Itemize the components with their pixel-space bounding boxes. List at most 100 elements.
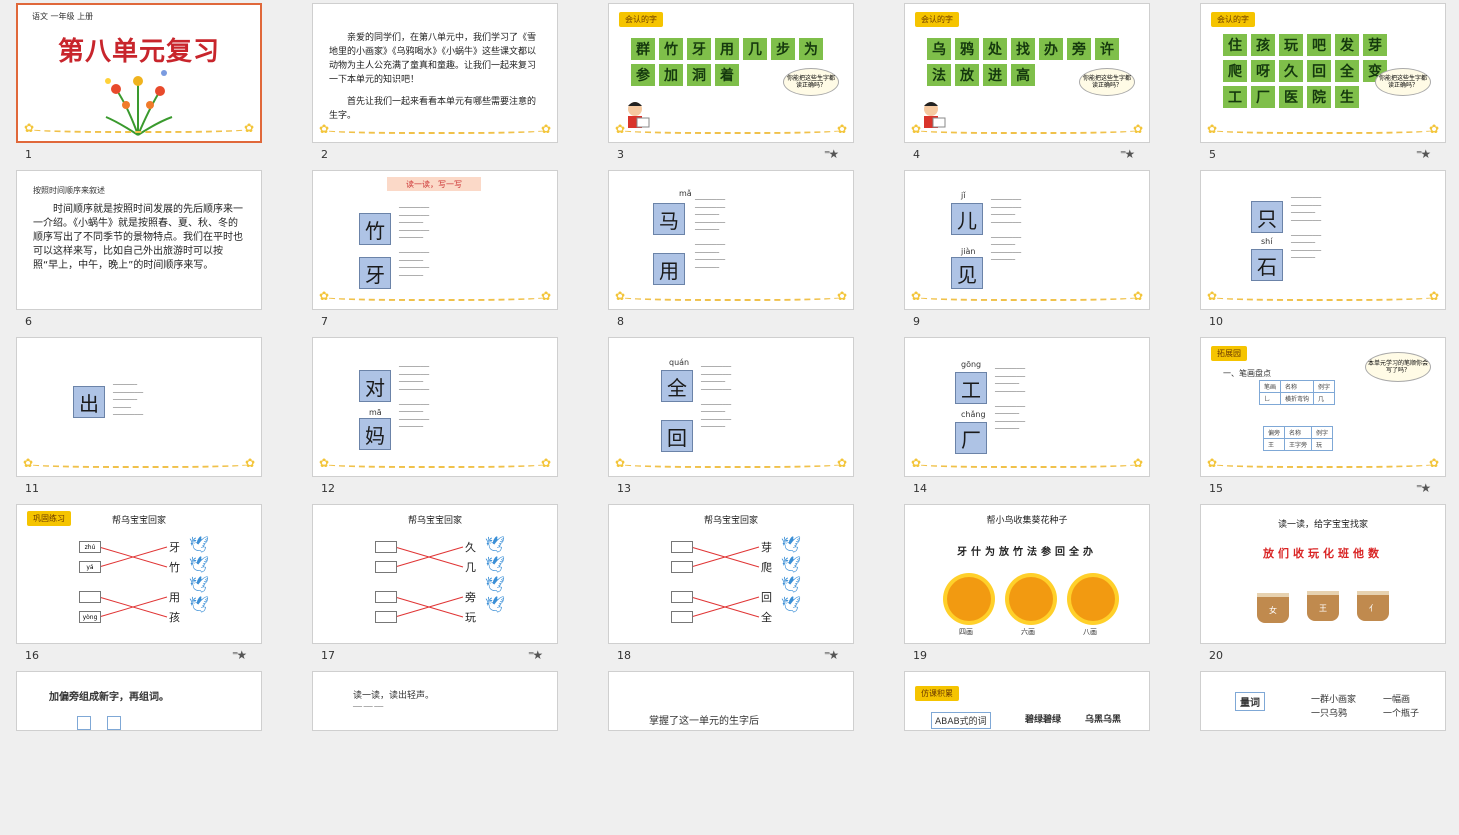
char-chip: 工 [1223, 86, 1247, 108]
animation-star-icon[interactable]: ⁼★ [1416, 481, 1431, 495]
decorative-wave [25, 458, 253, 468]
slide-thumbnail[interactable]: 帮乌宝宝回家 久 几 旁 玩 🕊 🕊 🕊 🕊 17 ⁼★ [296, 501, 592, 668]
slide-thumbnail[interactable]: 帮乌宝宝回家 芽 爬 回 全 🕊 🕊 🕊 🕊 18 ⁼★ [592, 501, 888, 668]
slide-thumbnail[interactable]: 拓展园 一、笔画盘点 本单元学习的笔顺你会写了吗？ 笔画 名称 例字 乚横折弯钩几 … [1184, 334, 1459, 501]
animation-star-icon[interactable]: ⁼★ [1120, 147, 1135, 161]
char-chip: 呀 [1251, 60, 1275, 82]
slide-18[interactable]: 帮乌宝宝回家 芽 爬 回 全 🕊 🕊 🕊 🕊 [608, 504, 854, 644]
sunflower-icon [1009, 577, 1053, 621]
slide-thumbnail[interactable]: 巩固练习 帮乌宝宝回家 zhú yá yòng 牙 竹 用 孩 🕊 🕊 🕊 🕊 16 … [0, 501, 296, 668]
char-card: 竹 [359, 213, 391, 245]
slide-thumbnail[interactable]: 对 mā 妈 ────────── ────────── ──────── ─────… [296, 334, 592, 501]
animation-star-icon[interactable]: ⁼★ [824, 147, 839, 161]
decorative-wave [321, 458, 549, 468]
slide-number: 17 [321, 649, 335, 662]
slide-23[interactable]: 掌握了这一单元的生字后 [608, 671, 854, 731]
slide-thumbnail[interactable]: 语文 一年级 上册 第八单元复习 ✿ ✿ 1 [0, 0, 296, 167]
slide-19[interactable]: 帮小鸟收集葵花种子 牙什为放竹法参回全办 四画 六画 八画 [904, 504, 1150, 644]
slide-thumbnail[interactable]: jǐ 儿 jiàn 见 ────────── ────────── ────────… [888, 167, 1184, 334]
pinyin-box [671, 561, 693, 573]
char-chip: 芽 [1363, 34, 1387, 56]
slide-6[interactable]: 按照时间顺序来叙述 时间顺序就是按照时间发展的先后顺序来一一介绍。《小蜗牛》就是… [16, 170, 262, 310]
slide-13[interactable]: quán 全 回 ────────── ────────── ──────── ───… [608, 337, 854, 477]
section-tag: 会认的字 [1211, 12, 1255, 27]
slide-11[interactable]: 出 ──────── ────────── ──────── ────── ──────… [16, 337, 262, 477]
match-char: 芽 [761, 541, 772, 554]
slide-1[interactable]: 语文 一年级 上册 第八单元复习 ✿ ✿ [16, 3, 262, 143]
slide-thumbnail[interactable]: 亲爱的同学们，在第八单元中，我们学习了《雪地里的小画家》《乌鸦喝水》《小蜗牛》这… [296, 0, 592, 167]
slide-25[interactable]: 量词 一群小画家 一只乌鸦 一幅画 一个瓶子 [1200, 671, 1446, 731]
slide-22[interactable]: 读一读，读出轻声。 ─── ─── ─── [312, 671, 558, 731]
table-cell: 玩 [1311, 438, 1334, 451]
slide-thumbnail[interactable]: mǎ 马 用 ────────── ────────── ──────── ─────… [592, 167, 888, 334]
slide-number: 6 [25, 315, 32, 328]
pinyin-label: chǎng [961, 410, 986, 419]
char-chip: 加 [659, 64, 683, 86]
slide-17[interactable]: 帮乌宝宝回家 久 几 旁 玩 🕊 🕊 🕊 🕊 [312, 504, 558, 644]
slide-thumbnail[interactable]: quán 全 回 ────────── ────────── ──────── ───… [592, 334, 888, 501]
slide-title: 掌握了这一单元的生字后 [649, 716, 759, 727]
slide-thumbnail[interactable]: 掌握了这一单元的生字后 [592, 668, 888, 835]
animation-star-icon[interactable]: ⁼★ [528, 648, 543, 662]
slide-thumbnail[interactable]: 按照时间顺序来叙述 时间顺序就是按照时间发展的先后顺序来一一介绍。《小蜗牛》就是… [0, 167, 296, 334]
flower-icon: ✿ [23, 456, 34, 470]
char-chip: 步 [771, 38, 795, 60]
pinyin-label: shí [1261, 237, 1273, 246]
slide-thumbnail[interactable]: 量词 一群小画家 一只乌鸦 一幅画 一个瓶子 [1184, 668, 1459, 835]
slide-thumbnail[interactable]: 仿课积累 ABAB式的词 碧绿碧绿 乌黑乌黑 [888, 668, 1184, 835]
text-lines: ────────────────────────────────────────… [995, 366, 1026, 432]
slide-title: 加偏旁组成新字，再组词。 [49, 692, 169, 703]
flower-icon: ✿ [319, 456, 330, 470]
slide-3[interactable]: 会认的字 群竹牙用几步为参加洞着 你能把这些生字都读正确吗？ ✿ ✿ [608, 3, 854, 143]
match-lines [394, 546, 464, 618]
slide-thumbnail[interactable]: gōng 工 chǎng 厂 ────────── ────────── ─────… [888, 334, 1184, 501]
slide-thumbnail[interactable]: 读一读，读出轻声。 ─── ─── ─── [296, 668, 592, 835]
cup-icon: 亻 [1357, 591, 1389, 621]
sunflower-icon [1071, 577, 1115, 621]
slide-thumbnail[interactable]: 加偏旁组成新字，再组词。 [0, 668, 296, 835]
slide-sorter-grid: 语文 一年级 上册 第八单元复习 ✿ ✿ 1 亲爱的同学们，在第八单元中，我们学… [0, 0, 1459, 731]
slide-9[interactable]: jǐ 儿 jiàn 见 ────────── ────────── ────────… [904, 170, 1150, 310]
slide-thumbnail[interactable]: 读一读，写一写 竹 牙 ────────── ────────── ────────… [296, 167, 592, 334]
char-card: 只 [1251, 201, 1283, 233]
animation-star-icon[interactable]: ⁼★ [1416, 147, 1431, 161]
match-char: 用 [169, 591, 180, 604]
slide-12[interactable]: 对 mā 妈 ────────── ────────── ──────── ─────… [312, 337, 558, 477]
flower-icon: ✿ [836, 289, 847, 303]
animation-star-icon[interactable]: ⁼★ [232, 648, 247, 662]
slide-thumbnail[interactable]: 会认的字 住孩玩吧发芽爬呀久回全变工厂医院生 你能把这些生字都读正确吗？ ✿ ✿… [1184, 0, 1459, 167]
slide-thumbnail[interactable]: 会认的字 群竹牙用几步为参加洞着 你能把这些生字都读正确吗？ ✿ ✿ 3 ⁼★ [592, 0, 888, 167]
slide-10[interactable]: 只 shí 石 ────────── ────────── ──────── ────… [1200, 170, 1446, 310]
pinyin-box [375, 611, 397, 623]
slide-21[interactable]: 加偏旁组成新字，再组词。 [16, 671, 262, 731]
flower-icon: ✿ [615, 289, 626, 303]
slide-thumbnail[interactable]: 读一读，给字宝宝找家 放们收玩化班他数 女 王 亻 20 [1184, 501, 1459, 668]
slide-thumbnail[interactable]: 只 shí 石 ────────── ────────── ──────── ────… [1184, 167, 1459, 334]
slide-24[interactable]: 仿课积累 ABAB式的词 碧绿碧绿 乌黑乌黑 [904, 671, 1150, 731]
flower-icon: ✿ [1132, 289, 1143, 303]
slide-thumbnail[interactable]: 会认的字 乌鸦处找办旁许法放进高 你能把这些生字都读正确吗？ ✿ ✿ 4 ⁼★ [888, 0, 1184, 167]
match-char: 回 [761, 591, 772, 604]
slide-thumbnail[interactable]: 出 ──────── ────────── ──────── ────── ──────… [0, 334, 296, 501]
slide-title: 第八单元复习 [58, 37, 221, 67]
char-chip: 群 [631, 38, 655, 60]
slide-8[interactable]: mǎ 马 用 ────────── ────────── ──────── ─────… [608, 170, 854, 310]
slide-7[interactable]: 读一读，写一写 竹 牙 ────────── ────────── ────────… [312, 170, 558, 310]
slide-16[interactable]: 巩固练习 帮乌宝宝回家 zhú yá yòng 牙 竹 用 孩 🕊 🕊 🕊 🕊 [16, 504, 262, 644]
table-cell: 王字旁 [1284, 438, 1313, 451]
flower-icon: ✿ [1207, 289, 1218, 303]
pinyin-box [375, 541, 397, 553]
flower-icon: ✿ [615, 456, 626, 470]
stroke-count-label: 四画 [959, 628, 973, 636]
slide-14[interactable]: gōng 工 chǎng 厂 ────────── ────────── ─────… [904, 337, 1150, 477]
slide-2[interactable]: 亲爱的同学们，在第八单元中，我们学习了《雪地里的小画家》《乌鸦喝水》《小蜗牛》这… [312, 3, 558, 143]
slide-15[interactable]: 拓展园 一、笔画盘点 本单元学习的笔顺你会写了吗？ 笔画 名称 例字 乚横折弯钩几 … [1200, 337, 1446, 477]
slide-20[interactable]: 读一读，给字宝宝找家 放们收玩化班他数 女 王 亻 [1200, 504, 1446, 644]
text-lines: ────────────────────────────────────────… [399, 364, 430, 430]
flower-icon: ✿ [1428, 122, 1439, 136]
animation-star-icon[interactable]: ⁼★ [824, 648, 839, 662]
slide-5[interactable]: 会认的字 住孩玩吧发芽爬呀久回全变工厂医院生 你能把这些生字都读正确吗？ ✿ ✿ [1200, 3, 1446, 143]
slide-thumbnail[interactable]: 帮小鸟收集葵花种子 牙什为放竹法参回全办 四画 六画 八画 19 [888, 501, 1184, 668]
pinyin-label: mā [369, 408, 382, 417]
slide-4[interactable]: 会认的字 乌鸦处找办旁许法放进高 你能把这些生字都读正确吗？ ✿ ✿ [904, 3, 1150, 143]
